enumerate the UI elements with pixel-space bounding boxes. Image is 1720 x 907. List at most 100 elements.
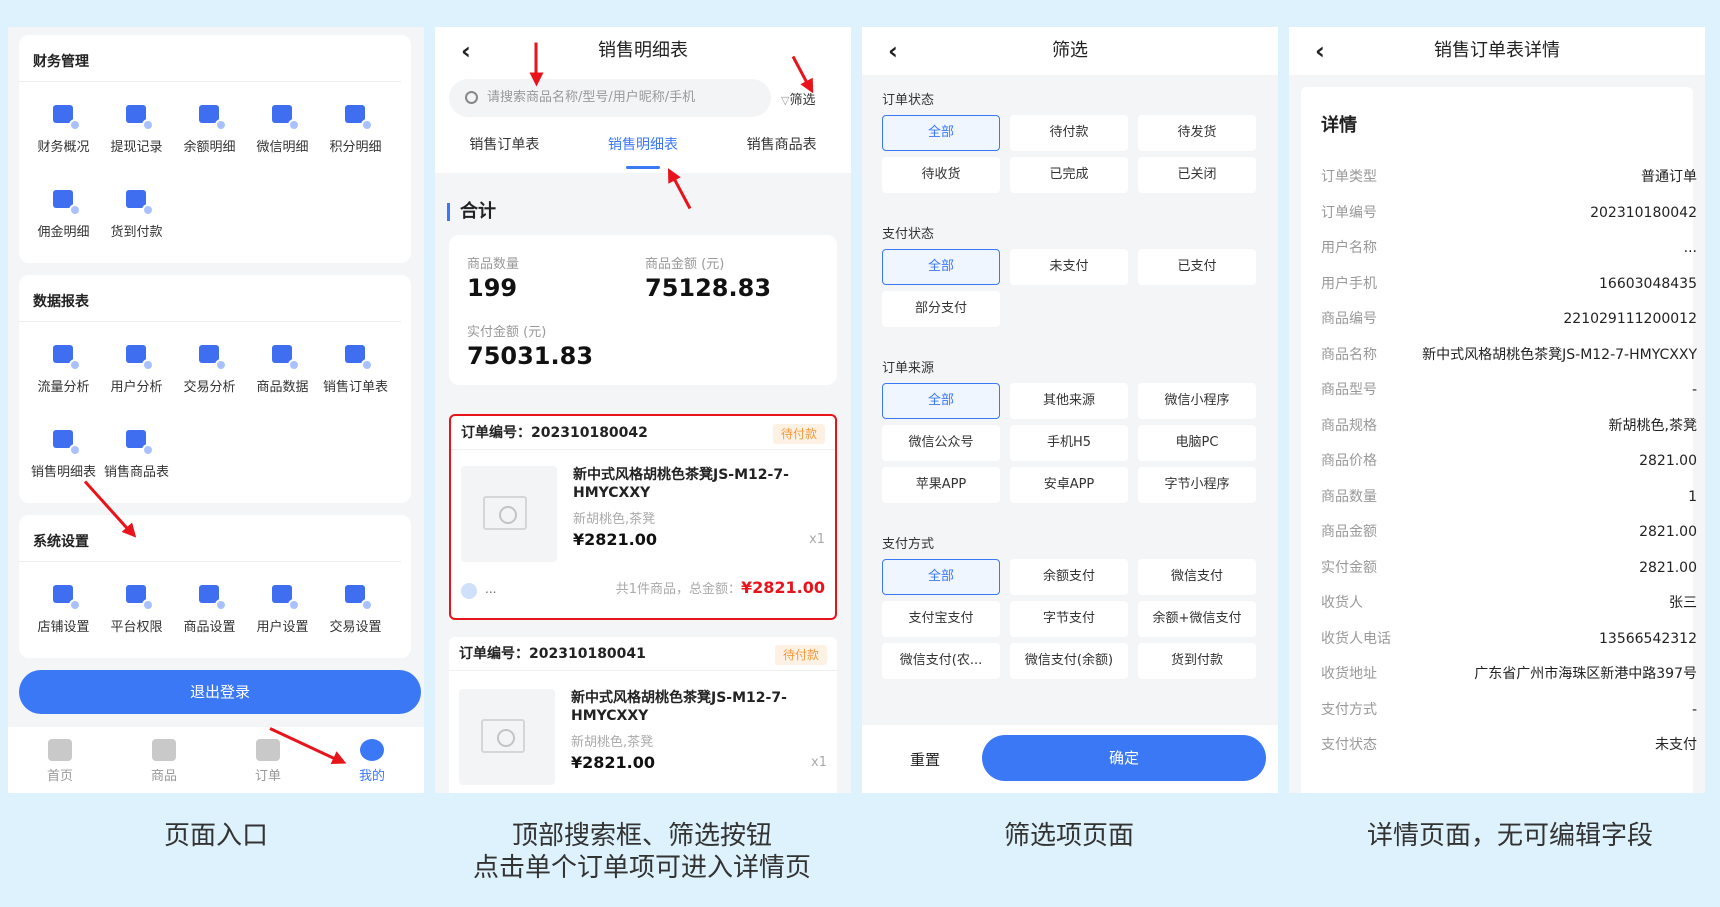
filter-option[interactable]: 支付宝支付 — [882, 601, 1000, 637]
filter-option[interactable]: 全部 — [882, 249, 1000, 285]
grid-item[interactable]: 交易分析 — [173, 330, 246, 415]
order-header: 订单编号：202310180042 待付款 — [451, 416, 835, 450]
grid-item[interactable]: 佣金明细 — [27, 175, 100, 260]
order-card[interactable]: 订单编号：202310180042 待付款 新中式风格胡桃色茶凳JS-M12-7-… — [449, 414, 837, 620]
product-name: 新中式风格胡桃色茶凳JS-M12-7-HMYCXXY — [571, 690, 787, 724]
detail-row: 商品价格 2821.00 — [1321, 451, 1697, 471]
detail-value: 221029111200012 — [1563, 311, 1697, 327]
filter-option[interactable]: 已关闭 — [1138, 157, 1256, 193]
grid-item[interactable]: 销售商品表 — [100, 415, 173, 500]
detail-row: 商品名称 新中式风格胡桃色茶凳JS-M12-7-HMYCXXY — [1321, 345, 1697, 365]
filter-option[interactable]: 手机H5 — [1010, 425, 1128, 461]
filter-option[interactable]: 微信支付(农... — [882, 643, 1000, 679]
back-icon[interactable]: ‹ — [888, 27, 898, 75]
product-image-placeholder — [461, 466, 557, 562]
grid-item-label: 提现记录 — [110, 140, 163, 155]
order-card[interactable]: 订单编号：202310180041 待付款 新中式风格胡桃色茶凳JS-M12-7-… — [449, 637, 837, 793]
filter-option[interactable]: 微信支付 — [1138, 559, 1256, 595]
grid-item[interactable]: 平台权限 — [100, 570, 173, 655]
detail-row: 订单类型 普通订单 — [1321, 167, 1697, 187]
home-icon — [48, 739, 72, 761]
detail-label: 商品数量 — [1321, 488, 1377, 505]
grid-item[interactable]: 货到付款 — [100, 175, 173, 260]
goods-setting-icon — [197, 582, 227, 611]
filter-option[interactable]: 微信支付(余额) — [1010, 643, 1128, 679]
filter-option[interactable]: 苹果APP — [882, 467, 1000, 503]
tab-sales-goods[interactable]: 销售商品表 — [712, 123, 851, 173]
grid-item[interactable]: 用户分析 — [100, 330, 173, 415]
filter-option[interactable]: 待收货 — [882, 157, 1000, 193]
logout-button[interactable]: 退出登录 — [19, 670, 421, 714]
stat-paid: 实付金额 (元) 75031.83 — [467, 321, 593, 370]
grid-item[interactable]: 用户设置 — [246, 570, 319, 655]
filter-option[interactable]: 全部 — [882, 115, 1000, 151]
filter-option[interactable]: 货到付款 — [1138, 643, 1256, 679]
detail-value: 新胡桃色,茶凳 — [1608, 417, 1697, 434]
detail-value: 未支付 — [1655, 737, 1697, 753]
navbar: ‹ 筛选 — [862, 27, 1278, 75]
filter-option[interactable]: 余额+微信支付 — [1138, 601, 1256, 637]
grid-item[interactable]: 商品设置 — [173, 570, 246, 655]
detail-label: 商品型号 — [1321, 382, 1377, 398]
filter-option[interactable]: 电脑PC — [1138, 425, 1256, 461]
search-input[interactable]: 请搜索商品名称/型号/用户昵称/手机 — [449, 79, 771, 117]
back-icon[interactable]: ‹ — [1315, 27, 1325, 75]
reset-button[interactable]: 重置 — [910, 749, 940, 770]
filter-option[interactable]: 余额支付 — [1010, 559, 1128, 595]
filter-option[interactable]: 字节支付 — [1010, 601, 1128, 637]
grid-item[interactable]: 店铺设置 — [27, 570, 100, 655]
stat-value: 75031.83 — [467, 342, 594, 370]
filter-group-title: 支付方式 — [882, 537, 935, 552]
grid-item[interactable]: 销售订单表 — [319, 330, 392, 415]
user-setting-icon — [270, 582, 300, 611]
filter-option[interactable]: 待发货 — [1138, 115, 1256, 151]
stats-card: 商品数量 199 商品金额 (元) 75128.83 实付金额 (元) 75031.8… — [449, 235, 837, 385]
filter-option[interactable]: 字节小程序 — [1138, 467, 1256, 503]
filter-option[interactable]: 待付款 — [1010, 115, 1128, 151]
tab-sales-detail[interactable]: 销售明细表 — [574, 123, 713, 173]
entry-panel: 财务管理 财务概况 提现记录 余额明细 微信明细 积分明细 佣金明细 货到付款 数据报表 流… — [8, 27, 424, 793]
filter-option[interactable]: 已完成 — [1010, 157, 1128, 193]
grid-item[interactable]: 流量分析 — [27, 330, 100, 415]
filter-option[interactable]: 未支付 — [1010, 249, 1128, 285]
product-qty: x1 — [809, 532, 825, 547]
grid-item[interactable]: 余额明细 — [173, 90, 246, 175]
page-title: 筛选 — [1052, 40, 1088, 61]
goods-bag-icon — [124, 427, 154, 456]
tab-goods[interactable]: 商品 — [112, 727, 216, 793]
filter-option[interactable]: 已支付 — [1138, 249, 1256, 285]
confirm-button[interactable]: 确定 — [982, 735, 1266, 781]
product-name: 新中式风格胡桃色茶凳JS-M12-7-HMYCXXY — [573, 467, 789, 501]
filter-panel: ‹ 筛选 订单状态 全部 待付款 待发货 待收货 已完成 已关闭 支付状态 全部 未支付 已支付 部分… — [862, 27, 1278, 793]
grid-item[interactable]: 提现记录 — [100, 90, 173, 175]
section-title: 财务管理 — [19, 35, 401, 82]
chart-icon — [51, 102, 81, 131]
filter-option[interactable]: 全部 — [882, 559, 1000, 595]
grid-item[interactable]: 商品数据 — [246, 330, 319, 415]
annotation-arrow — [534, 42, 538, 83]
detail-label: 支付状态 — [1321, 737, 1377, 753]
filter-option[interactable]: 全部 — [882, 383, 1000, 419]
stat-qty: 商品数量 199 — [467, 253, 519, 302]
grid-item[interactable]: 交易设置 — [319, 570, 392, 655]
filter-option[interactable]: 微信小程序 — [1138, 383, 1256, 419]
tab-label: 商品 — [150, 769, 177, 784]
navbar: ‹ 销售明细表 — [435, 27, 851, 75]
detail-label: 用户名称 — [1321, 240, 1377, 256]
tab-orders[interactable]: 订单 — [216, 727, 320, 793]
filter-option[interactable]: 微信公众号 — [882, 425, 1000, 461]
grid-item[interactable]: 财务概况 — [27, 90, 100, 175]
back-icon[interactable]: ‹ — [461, 27, 471, 75]
grid-item[interactable]: 积分明细 — [319, 90, 392, 175]
filter-option[interactable]: 部分支付 — [882, 291, 1000, 327]
detail-row: 商品金额 2821.00 — [1321, 522, 1697, 542]
detail-row: 订单编号 202310180042 — [1321, 203, 1697, 223]
tab-home[interactable]: 首页 — [8, 727, 112, 793]
detail-value: 16603048435 — [1599, 275, 1697, 292]
grid-item[interactable]: 微信明细 — [246, 90, 319, 175]
grid-item-label: 货到付款 — [110, 225, 163, 240]
tab-sales-order[interactable]: 销售订单表 — [435, 123, 574, 173]
filter-option[interactable]: 其他来源 — [1010, 383, 1128, 419]
stat-label: 商品金额 (元) — [645, 257, 725, 272]
filter-option[interactable]: 安卓APP — [1010, 467, 1128, 503]
